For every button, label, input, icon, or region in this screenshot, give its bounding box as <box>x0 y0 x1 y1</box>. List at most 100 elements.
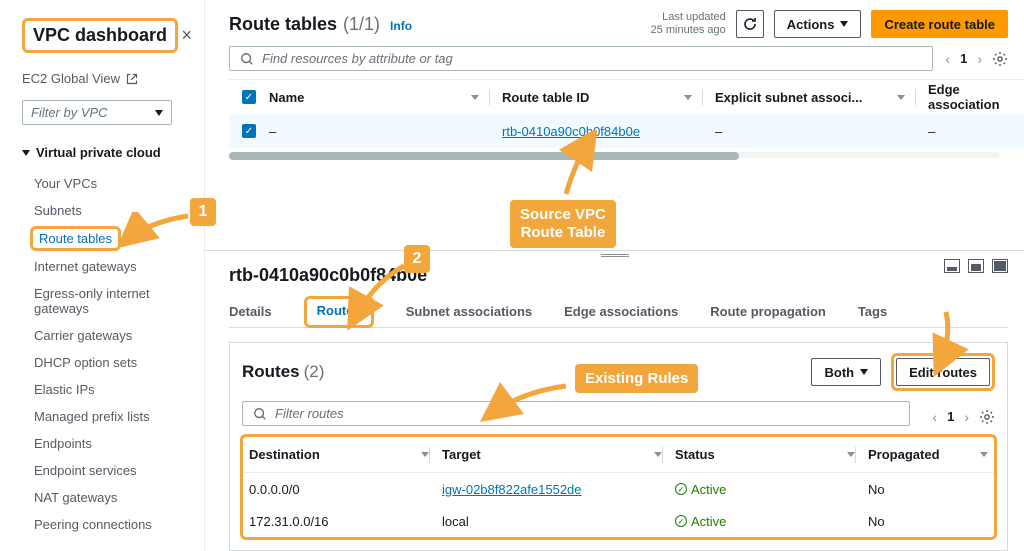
search-icon <box>240 52 254 66</box>
tab-edge-assoc[interactable]: Edge associations <box>564 296 678 327</box>
sidebar-item-dhcp-option-sets[interactable]: DHCP option sets <box>22 349 196 376</box>
chevron-down-icon <box>155 110 163 116</box>
section-label: Virtual private cloud <box>36 145 161 160</box>
caret-down-icon <box>22 150 30 156</box>
pager-prev[interactable]: ‹ <box>945 51 950 67</box>
main-panel: Route tables (1/1) Info Last updated 25 … <box>205 0 1024 551</box>
routes-title: Routes <box>242 362 300 382</box>
pager-number: 1 <box>960 51 967 66</box>
sidebar-item-peering-connections[interactable]: Peering connections <box>22 511 196 538</box>
routes-filter-placeholder: Filter routes <box>275 406 344 421</box>
route-row: 172.31.0.0/16 local ✓Active No <box>243 505 994 537</box>
page-header: Route tables (1/1) Info Last updated 25 … <box>205 0 1024 38</box>
cell-target: local <box>442 514 662 529</box>
gear-icon[interactable] <box>979 409 995 425</box>
col-destination[interactable]: Destination <box>249 447 429 462</box>
routes-count: (2) <box>304 362 325 382</box>
layout-compact-button[interactable] <box>944 259 960 273</box>
route-table-id-link[interactable]: rtb-0410a90c0b0f84b0e <box>502 124 640 139</box>
last-updated: Last updated 25 minutes ago <box>651 11 726 37</box>
create-route-table-button[interactable]: Create route table <box>871 10 1008 38</box>
col-status[interactable]: Status <box>675 447 855 462</box>
tab-routes[interactable]: Routes <box>304 296 374 328</box>
detail-title: rtb-0410a90c0b0f84b0e <box>229 265 1008 286</box>
cell-assoc: – <box>715 124 915 139</box>
row-checkbox[interactable]: ✓ <box>242 124 256 138</box>
route-row: 0.0.0.0/0 igw-02b8f822afe1552de ✓Active … <box>243 473 994 505</box>
tab-subnet-assoc[interactable]: Subnet associations <box>406 296 532 327</box>
sidebar-item-carrier-gateways[interactable]: Carrier gateways <box>22 322 196 349</box>
info-link[interactable]: Info <box>390 19 412 33</box>
routes-filter-both[interactable]: Both <box>811 358 881 386</box>
col-route-table-id[interactable]: Route table ID <box>502 90 702 105</box>
col-propagated[interactable]: Propagated <box>868 447 988 462</box>
section-toggle-vpc[interactable]: Virtual private cloud <box>22 145 196 160</box>
routes-pager-prev[interactable]: ‹ <box>932 409 937 425</box>
layout-medium-button[interactable] <box>968 259 984 273</box>
sort-icon <box>897 95 905 100</box>
sidebar-item-endpoint-services[interactable]: Endpoint services <box>22 457 196 484</box>
last-updated-time: 25 minutes ago <box>651 24 726 37</box>
search-placeholder: Find resources by attribute or tag <box>262 51 453 66</box>
igw-link[interactable]: igw-02b8f822afe1552de <box>442 482 582 497</box>
search-input[interactable]: Find resources by attribute or tag <box>229 46 933 71</box>
filter-placeholder: Filter by VPC <box>31 105 108 120</box>
last-updated-label: Last updated <box>651 11 726 24</box>
annotation-source-vpc: Source VPCRoute Table <box>510 200 616 248</box>
col-edge-assoc[interactable]: Edge association <box>928 82 1024 112</box>
table-row[interactable]: ✓ – rtb-0410a90c0b0f84b0e – – <box>229 114 1024 148</box>
sort-icon <box>684 95 692 100</box>
cell-name: – <box>269 124 489 139</box>
sidebar-item-managed-prefix-lists[interactable]: Managed prefix lists <box>22 403 196 430</box>
ec2-global-view-link[interactable]: EC2 Global View <box>22 71 196 86</box>
chevron-down-icon <box>860 369 868 375</box>
status-badge: ✓Active <box>675 482 726 497</box>
annotation-badge-1: 1 <box>190 198 216 226</box>
drag-handle-icon <box>601 254 629 257</box>
status-badge: ✓Active <box>675 514 726 529</box>
sort-icon <box>847 452 855 457</box>
sidebar-item-endpoints[interactable]: Endpoints <box>22 430 196 457</box>
refresh-button[interactable] <box>736 10 764 38</box>
actions-label: Actions <box>787 17 835 32</box>
select-all-checkbox[interactable]: ✓ <box>242 90 256 104</box>
page-title: Route tables <box>229 14 337 35</box>
sidebar-item-subnets[interactable]: Subnets <box>22 197 196 224</box>
sidebar-item-route-tables[interactable]: Route tables <box>30 226 121 251</box>
filter-by-vpc-select[interactable]: Filter by VPC <box>22 100 172 125</box>
top-pager: ‹ 1 › <box>945 51 1008 67</box>
sidebar-title: VPC dashboard <box>22 18 178 53</box>
col-target[interactable]: Target <box>442 447 662 462</box>
actions-button[interactable]: Actions <box>774 10 862 38</box>
tab-tags[interactable]: Tags <box>858 296 887 327</box>
sidebar-item-internet-gateways[interactable]: Internet gateways <box>22 253 196 280</box>
sidebar: VPC dashboard × EC2 Global View Filter b… <box>0 0 205 551</box>
cell-prop: No <box>868 482 988 497</box>
cell-prop: No <box>868 514 988 529</box>
routes-table-header: Destination Target Status Propagated <box>243 437 994 473</box>
routes-table-highlight: Destination Target Status Propagated 0.0… <box>240 434 997 540</box>
routes-pager-next[interactable]: › <box>964 409 969 425</box>
horizontal-scrollbar[interactable] <box>229 152 1000 158</box>
check-circle-icon: ✓ <box>675 515 687 527</box>
scrollbar-thumb[interactable] <box>229 152 739 160</box>
routes-pager: ‹ 1 › <box>932 409 995 425</box>
routes-pager-num: 1 <box>947 409 954 424</box>
split-handle[interactable] <box>205 250 1024 261</box>
col-subnet-assoc[interactable]: Explicit subnet associ... <box>715 90 915 105</box>
both-label: Both <box>824 365 854 380</box>
sidebar-item-egress-gateways[interactable]: Egress-only internet gateways <box>22 280 196 322</box>
close-icon[interactable]: × <box>181 25 192 46</box>
edit-routes-button[interactable]: Edit routes <box>896 358 990 386</box>
ec2-link-label: EC2 Global View <box>22 71 120 86</box>
tab-details[interactable]: Details <box>229 296 272 327</box>
pager-next[interactable]: › <box>977 51 982 67</box>
sidebar-item-elastic-ips[interactable]: Elastic IPs <box>22 376 196 403</box>
col-name[interactable]: Name <box>269 90 489 105</box>
layout-full-button[interactable] <box>992 259 1008 273</box>
sidebar-item-your-vpcs[interactable]: Your VPCs <box>22 170 196 197</box>
gear-icon[interactable] <box>992 51 1008 67</box>
sidebar-item-nat-gateways[interactable]: NAT gateways <box>22 484 196 511</box>
tab-route-propagation[interactable]: Route propagation <box>710 296 826 327</box>
routes-filter-input[interactable]: Filter routes <box>242 401 910 426</box>
